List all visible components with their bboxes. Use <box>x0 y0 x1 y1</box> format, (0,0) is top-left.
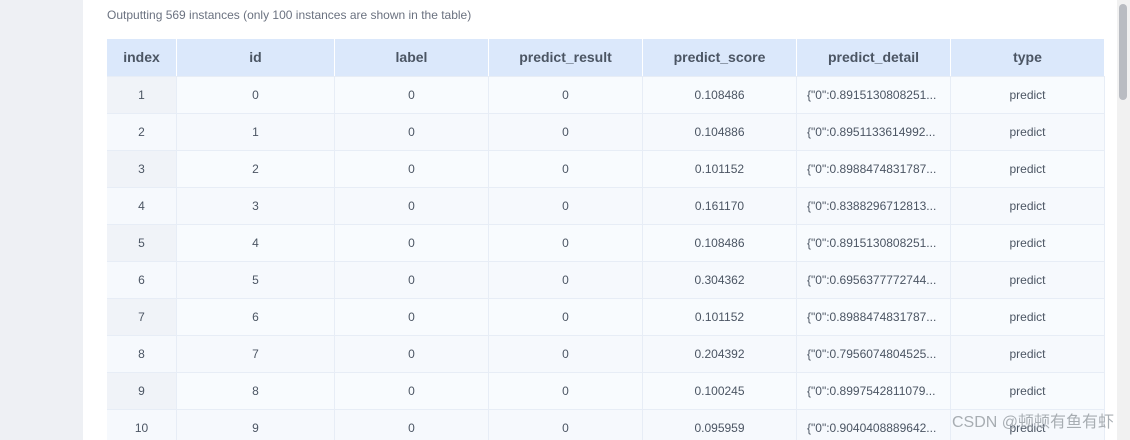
cell-index: 2 <box>107 113 177 150</box>
cell-predict-score: 0.100245 <box>643 372 797 409</box>
cell-index: 1 <box>107 76 177 113</box>
header-index[interactable]: index <box>107 39 177 76</box>
cell-label: 0 <box>335 298 489 335</box>
cell-type: predict <box>951 150 1105 187</box>
cell-predict-score: 0.161170 <box>643 187 797 224</box>
left-gutter <box>0 0 83 440</box>
header-label[interactable]: label <box>335 39 489 76</box>
cell-type: predict <box>951 335 1105 372</box>
cell-predict-detail[interactable]: {"0":0.8997542811079... <box>797 372 951 409</box>
cell-predict-result: 0 <box>489 187 643 224</box>
cell-id: 2 <box>177 150 335 187</box>
cell-id: 6 <box>177 298 335 335</box>
cell-predict-detail[interactable]: {"0":0.8915130808251... <box>797 224 951 261</box>
vertical-scrollbar[interactable] <box>1117 0 1130 440</box>
header-predict-result[interactable]: predict_result <box>489 39 643 76</box>
cell-predict-score: 0.108486 <box>643 76 797 113</box>
cell-predict-detail[interactable]: {"0":0.9040408889642... <box>797 409 951 440</box>
cell-predict-detail[interactable]: {"0":0.7956074804525... <box>797 335 951 372</box>
cell-predict-result: 0 <box>489 113 643 150</box>
cell-type: predict <box>951 298 1105 335</box>
cell-predict-result: 0 <box>489 335 643 372</box>
cell-type: predict <box>951 113 1105 150</box>
cell-predict-score: 0.095959 <box>643 409 797 440</box>
cell-id: 3 <box>177 187 335 224</box>
cell-id: 9 <box>177 409 335 440</box>
app-stage: Outputting 569 instances (only 100 insta… <box>0 0 1130 440</box>
cell-id: 8 <box>177 372 335 409</box>
cell-label: 0 <box>335 76 489 113</box>
cell-predict-detail[interactable]: {"0":0.8988474831787... <box>797 150 951 187</box>
cell-index: 9 <box>107 372 177 409</box>
cell-id: 0 <box>177 76 335 113</box>
cell-predict-score: 0.101152 <box>643 298 797 335</box>
header-predict-score[interactable]: predict_score <box>643 39 797 76</box>
cell-predict-score: 0.304362 <box>643 261 797 298</box>
cell-label: 0 <box>335 261 489 298</box>
cell-predict-score: 0.204392 <box>643 335 797 372</box>
cell-predict-score: 0.108486 <box>643 224 797 261</box>
cell-label: 0 <box>335 150 489 187</box>
cell-predict-result: 0 <box>489 372 643 409</box>
cell-label: 0 <box>335 224 489 261</box>
table-grid: index id label predict_result predict_sc… <box>107 39 1105 440</box>
watermark: CSDN @顿顿有鱼有虾 <box>951 414 1114 431</box>
cell-id: 4 <box>177 224 335 261</box>
cell-type: predict <box>951 76 1105 113</box>
cell-predict-result: 0 <box>489 224 643 261</box>
cell-predict-score: 0.104886 <box>643 113 797 150</box>
cell-type: predict <box>951 224 1105 261</box>
cell-predict-result: 0 <box>489 76 643 113</box>
cell-predict-result: 0 <box>489 298 643 335</box>
cell-index: 10 <box>107 409 177 440</box>
cell-index: 3 <box>107 150 177 187</box>
cell-predict-detail[interactable]: {"0":0.8988474831787... <box>797 298 951 335</box>
header-type[interactable]: type <box>951 39 1105 76</box>
cell-id: 5 <box>177 261 335 298</box>
cell-type: predict <box>951 187 1105 224</box>
cell-label: 0 <box>335 187 489 224</box>
cell-predict-result: 0 <box>489 409 643 440</box>
cell-label: 0 <box>335 372 489 409</box>
cell-predict-detail[interactable]: {"0":0.8915130808251... <box>797 76 951 113</box>
cell-index: 7 <box>107 298 177 335</box>
header-predict-detail[interactable]: predict_detail <box>797 39 951 76</box>
cell-index: 8 <box>107 335 177 372</box>
cell-predict-detail[interactable]: {"0":0.8388296712813... <box>797 187 951 224</box>
results-panel: Outputting 569 instances (only 100 insta… <box>83 0 1117 440</box>
cell-index: 4 <box>107 187 177 224</box>
cell-id: 1 <box>177 113 335 150</box>
cell-type: predict <box>951 372 1105 409</box>
cell-label: 0 <box>335 335 489 372</box>
scrollbar-thumb[interactable] <box>1119 4 1127 100</box>
cell-predict-detail[interactable]: {"0":0.6956377772744... <box>797 261 951 298</box>
cell-index: 5 <box>107 224 177 261</box>
cell-type: predict <box>951 261 1105 298</box>
cell-predict-score: 0.101152 <box>643 150 797 187</box>
cell-index: 6 <box>107 261 177 298</box>
cell-predict-result: 0 <box>489 150 643 187</box>
cell-predict-detail[interactable]: {"0":0.8951133614992... <box>797 113 951 150</box>
cell-label: 0 <box>335 409 489 440</box>
cell-predict-result: 0 <box>489 261 643 298</box>
results-table: index id label predict_result predict_sc… <box>107 39 1105 440</box>
cell-id: 7 <box>177 335 335 372</box>
cell-label: 0 <box>335 113 489 150</box>
output-summary: Outputting 569 instances (only 100 insta… <box>107 8 472 22</box>
header-id[interactable]: id <box>177 39 335 76</box>
